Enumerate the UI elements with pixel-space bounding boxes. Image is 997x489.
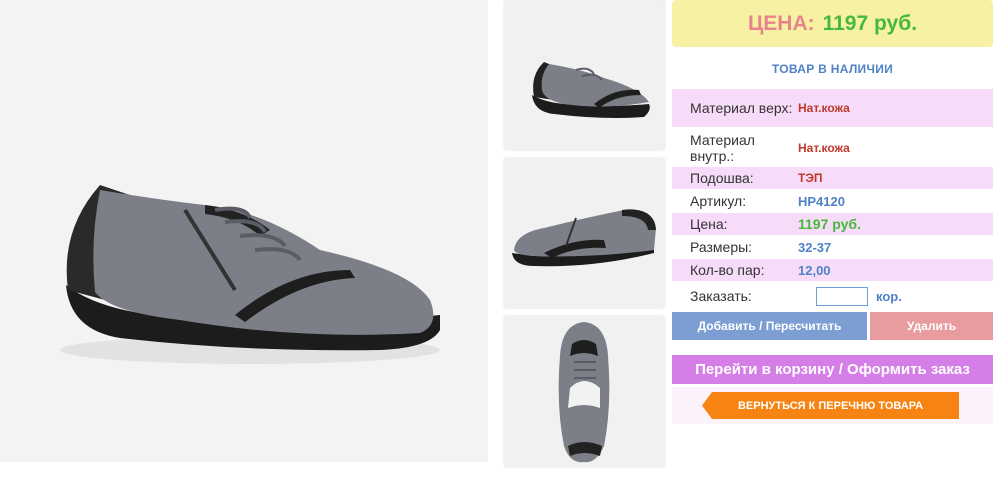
back-button-container: ВЕРНУТЬСЯ К ПЕРЕЧНЮ ТОВАРА [672,387,993,424]
spec-row-sizes: Размеры: 32-37 [672,236,993,258]
spec-row-inner-material: Материал внутр.: Нат.кожа [672,129,993,167]
shoe-top-thumbnail-image [558,322,610,463]
spec-key: Подошва: [690,170,754,186]
thumbnail-1[interactable] [504,0,665,150]
spec-key: Материал верх: [690,100,793,116]
spec-row-sole: Подошва: ТЭП [672,167,993,189]
spec-key: Кол-во пар: [690,262,765,278]
spec-value: ТЭП [798,171,823,185]
spec-value: 12,00 [798,262,831,278]
spec-row-price: Цена: 1197 руб. [672,213,993,235]
thumbnail-2[interactable] [504,158,665,308]
main-product-image[interactable] [0,0,488,462]
stock-status: ТОВАР В НАЛИЧИИ [771,62,894,76]
delete-button[interactable]: Удалить [870,312,993,340]
thumbnail-3[interactable] [504,316,665,467]
spec-value: Нат.кожа [798,141,850,155]
spec-value: 32-37 [798,239,832,255]
order-unit: кор. [876,288,902,304]
add-recalculate-button[interactable]: Добавить / Пересчитать [672,312,867,340]
price-banner: ЦЕНА: 1197 руб. [672,0,993,47]
shoe-side-image [60,185,440,364]
spec-key: Артикул: [690,193,747,209]
spec-key: Цена: [690,216,728,232]
shoe-thumbnail-image [532,62,650,118]
quantity-input[interactable] [816,286,868,306]
shoe-inner-thumbnail-image [512,209,656,267]
spec-value: HP4120 [798,193,845,209]
spec-value: 1197 руб. [798,216,861,232]
price-label: ЦЕНА: [747,11,815,35]
back-to-list-button[interactable]: ВЕРНУТЬСЯ К ПЕРЕЧНЮ ТОВАРА [702,392,959,419]
order-label: Заказать: [690,288,752,304]
spec-key: Материал внутр.: [690,132,755,164]
spec-row-article: Артикул: HP4120 [672,190,993,212]
spec-value: Нат.кожа [798,101,850,115]
price-value: 1197 руб. [822,11,918,35]
spec-row-upper-material: Материал верх: Нат.кожа [672,89,993,127]
order-row: Заказать: кор. [672,284,993,308]
spec-row-pairs: Кол-во пар: 12,00 [672,259,993,281]
spec-key: Размеры: [690,239,753,255]
go-to-cart-button[interactable]: Перейти в корзину / Оформить заказ [672,355,993,384]
